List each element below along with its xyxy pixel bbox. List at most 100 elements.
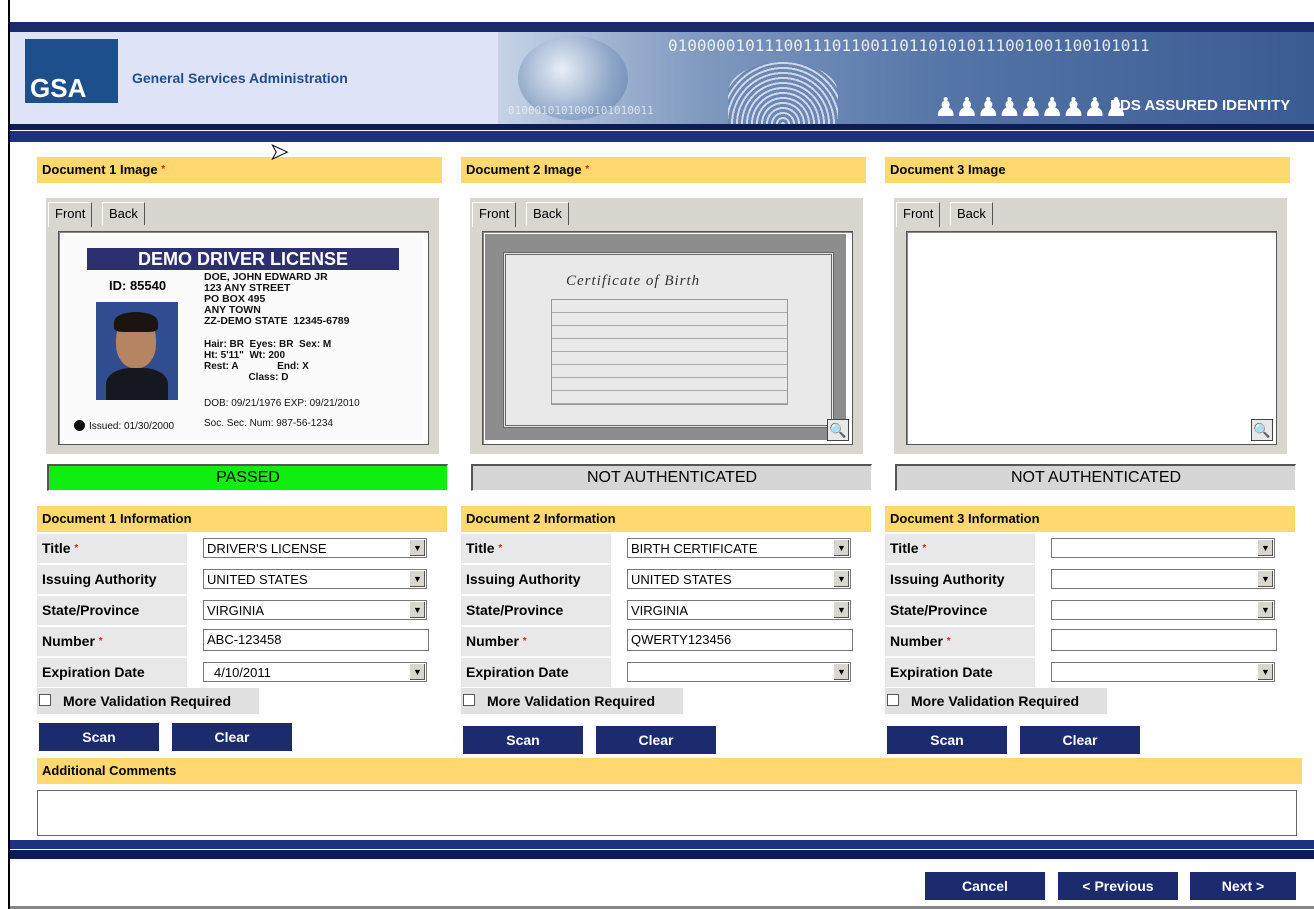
document-2-info-header: Document 2 Information [461,506,871,532]
issuing-authority-select[interactable]: ▼ [1051,569,1275,589]
number-input[interactable]: QWERTY123456 [627,629,853,651]
tab-back[interactable]: Back [102,202,145,225]
number-row: Number * ABC-123458 [37,627,442,658]
state-province-label: State/Province [37,596,187,625]
clear-button[interactable]: Clear [172,723,292,751]
issuing-authority-select[interactable]: UNITED STATES ▼ [203,569,427,589]
chevron-down-icon[interactable]: ▼ [833,664,849,680]
chevron-down-icon[interactable]: ▼ [409,664,425,680]
issuing-authority-label: Issuing Authority [461,565,611,594]
document-2-image-title: Document 2 Image [466,162,582,177]
title-label: Title * [885,534,1035,563]
clear-button[interactable]: Clear [1020,726,1140,754]
document-1-panel: Document 1 Image * Front Back DEMO DRIVE… [37,157,448,751]
license-heading: DEMO DRIVER LICENSE [87,248,399,270]
more-validation-checkbox[interactable] [463,694,475,706]
document-3-image[interactable]: 🔍 [906,231,1277,445]
chevron-down-icon[interactable]: ▼ [1257,602,1273,618]
banner-binary-text: 0100000101110011101100110110101011100100… [668,36,1150,55]
state-province-select[interactable]: VIRGINIA ▼ [203,600,427,620]
chevron-down-icon[interactable]: ▼ [409,602,425,618]
mouse-pointer-icon: ➤ [269,139,289,165]
document-2-image[interactable]: Certificate of Birth 🔍 [482,231,853,445]
scan-button[interactable]: Scan [463,726,583,754]
more-validation-checkbox[interactable] [39,694,51,706]
state-province-select[interactable]: VIRGINIA ▼ [627,600,851,620]
expiration-date-select[interactable]: 4/10/2011 ▼ [203,662,427,682]
cancel-button[interactable]: Cancel [925,872,1045,900]
issuing-authority-select[interactable]: UNITED STATES ▼ [627,569,851,589]
tab-back[interactable]: Back [526,202,569,225]
document-1-image[interactable]: DEMO DRIVER LICENSE ID: 85540 DOE, JOHN … [58,231,429,445]
expiration-date-select[interactable]: ▼ [1051,662,1275,682]
scan-button[interactable]: Scan [39,723,159,751]
license-ssn: Soc. Sec. Num: 987-56-1234 [204,418,333,429]
number-row: Number * QWERTY123456 [461,627,866,658]
chevron-down-icon[interactable]: ▼ [1257,571,1273,587]
chevron-down-icon[interactable]: ▼ [1257,664,1273,680]
number-input[interactable]: ABC-123458 [203,629,429,651]
number-label: Number * [461,627,611,656]
number-label: Number * [885,627,1035,656]
title-label: Title * [37,534,187,563]
chevron-down-icon[interactable]: ▼ [833,602,849,618]
issuing-authority-row: Issuing Authority UNITED STATES ▼ [37,565,442,596]
document-3-form: Title * ▼ Issuing Authority ▼ State/Prov… [885,534,1290,689]
required-marker: * [585,164,590,175]
title-label: Title * [461,534,611,563]
header-bottom-bar [10,124,1314,142]
header-banner-image: 0100000101110011101100110110101011100100… [498,32,1314,124]
state-province-row: State/Province VIRGINIA ▼ [37,596,442,627]
number-input[interactable] [1051,629,1277,651]
previous-button[interactable]: < Previous [1058,872,1178,900]
magnifier-icon[interactable]: 🔍 [1251,419,1273,441]
additional-comments-textarea[interactable] [37,790,1297,836]
title-select[interactable]: ▼ [1051,538,1275,558]
clear-button[interactable]: Clear [596,726,716,754]
state-province-row: State/Province VIRGINIA ▼ [461,596,866,627]
number-label: Number * [37,627,187,656]
footer-bar [10,840,1314,859]
document-3-status: NOT AUTHENTICATED [895,464,1296,491]
more-validation-required[interactable]: More Validation Required [885,688,1107,714]
issuing-authority-row: Issuing Authority ▼ [885,565,1290,596]
tab-back[interactable]: Back [950,202,993,225]
additional-comments-header: Additional Comments [37,758,1302,784]
document-2-viewer: Front Back Certificate of Birth 🔍 [470,198,863,454]
birth-certificate-image: Certificate of Birth [485,234,846,440]
tab-front[interactable]: Front [896,202,941,227]
next-button[interactable]: Next > [1190,872,1296,900]
chevron-down-icon[interactable]: ▼ [409,540,425,556]
issuing-authority-row: Issuing Authority UNITED STATES ▼ [461,565,866,596]
required-marker: * [161,164,166,175]
more-validation-label: More Validation Required [63,693,232,709]
license-issued: Issued: 01/30/2000 [89,421,175,432]
title-row: Title * BIRTH CERTIFICATE ▼ [461,534,866,565]
tab-front[interactable]: Front [48,202,93,227]
chevron-down-icon[interactable]: ▼ [1257,540,1273,556]
header-top-bar [10,22,1314,32]
magnifier-icon[interactable]: 🔍 [827,419,849,441]
banner-title: EDS ASSURED IDENTITY [1110,97,1291,114]
document-3-panel: Document 3 Image Front Back 🔍 NOT AUTHEN… [885,157,1296,754]
expiration-date-row: Expiration Date ▼ [461,658,866,689]
more-validation-required[interactable]: More Validation Required [461,688,683,714]
title-select[interactable]: DRIVER'S LICENSE ▼ [203,538,427,558]
certificate-form-lines [551,299,788,405]
license-dob-exp: DOB: 09/21/1976 EXP: 09/21/2010 [204,398,360,409]
chevron-down-icon[interactable]: ▼ [833,571,849,587]
certificate-heading: Certificate of Birth [566,273,701,289]
document-1-status: PASSED [47,464,448,491]
tab-front[interactable]: Front [472,202,517,227]
expiration-date-select[interactable]: ▼ [627,662,851,682]
chevron-down-icon[interactable]: ▼ [833,540,849,556]
state-province-row: State/Province ▼ [885,596,1290,627]
title-select[interactable]: BIRTH CERTIFICATE ▼ [627,538,851,558]
issuing-authority-label: Issuing Authority [37,565,187,594]
license-physical: Hair: BR Eyes: BR Sex: M Ht: 5'11" Wt: 2… [204,339,332,383]
chevron-down-icon[interactable]: ▼ [409,571,425,587]
more-validation-checkbox[interactable] [887,694,899,706]
more-validation-required[interactable]: More Validation Required [37,688,259,714]
scan-button[interactable]: Scan [887,726,1007,754]
state-province-select[interactable]: ▼ [1051,600,1275,620]
